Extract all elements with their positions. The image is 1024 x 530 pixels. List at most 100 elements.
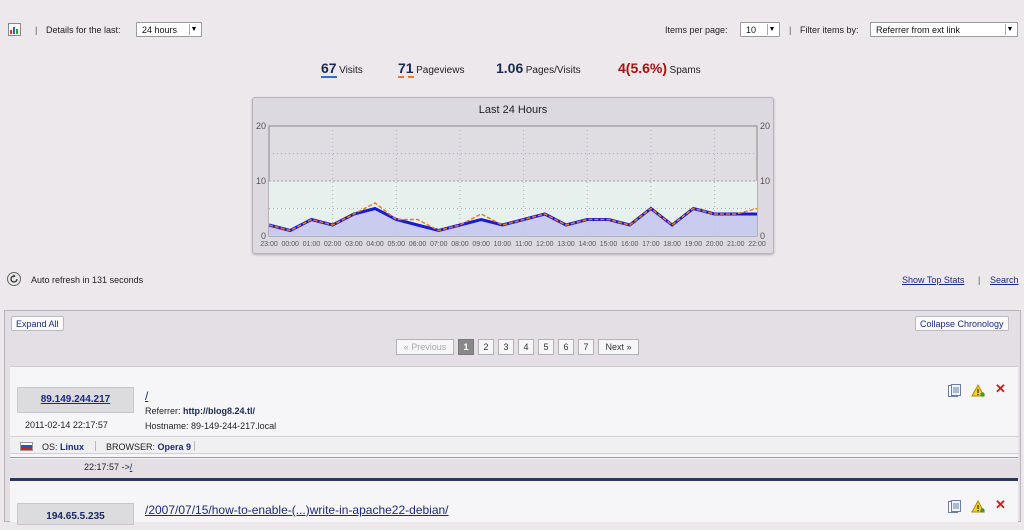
referrer-label: Referrer: xyxy=(145,406,181,416)
toolbar-separator: | xyxy=(789,25,792,35)
details-icon[interactable] xyxy=(948,500,961,515)
stats-chart-icon[interactable] xyxy=(8,23,21,36)
next-page-button[interactable]: Next » xyxy=(598,339,639,355)
refresh-icon[interactable] xyxy=(7,272,21,286)
page-7[interactable]: 7 xyxy=(578,339,594,355)
meta-divider xyxy=(95,441,96,451)
x-tick-label: 14:00 xyxy=(578,241,596,248)
page-3[interactable]: 3 xyxy=(498,339,514,355)
os-info: OS: Linux xyxy=(42,442,84,452)
details-label: Details for the last: xyxy=(46,25,121,35)
pages-per-visit-label: Pages/Visits xyxy=(525,65,581,76)
x-tick-label: 01:00 xyxy=(303,241,321,248)
pageviews-label: Pageviews xyxy=(416,65,465,76)
items-per-page-select[interactable]: 10 ▼ xyxy=(740,22,780,37)
details-period-select[interactable]: 24 hours ▼ xyxy=(136,22,202,37)
x-tick-label: 22:00 xyxy=(748,241,766,248)
x-tick-label: 19:00 xyxy=(685,241,703,248)
x-tick-label: 12:00 xyxy=(536,241,554,248)
collapse-chronology-button[interactable]: Collapse Chronology xyxy=(915,316,1009,331)
visits-chart: Last 24 Hours 0 0 10 10 20 20 23:00 00:00 01:00 0… xyxy=(252,97,774,254)
y-tick-label: 20 xyxy=(760,121,770,131)
chevron-down-icon: ▼ xyxy=(189,24,198,35)
y-tick-label: 10 xyxy=(256,176,266,186)
visit-entry: 89.149.244.217 2011-02-14 22:17:57 / Ref… xyxy=(10,366,1018,472)
visits-label: Visits xyxy=(339,65,363,76)
y-tick-label: 20 xyxy=(256,121,266,131)
chronology-time: 22:17:57 -> xyxy=(84,462,130,472)
x-tick-label: 05:00 xyxy=(388,241,406,248)
y-tick-label: 0 xyxy=(760,231,765,241)
summary-stats: 67 Visits 71 Pageviews 1.06 Pages/Visits… xyxy=(0,58,1024,82)
visits-stat: 67 Visits xyxy=(321,60,363,78)
x-tick-label: 06:00 xyxy=(409,241,427,248)
visit-entry: 194.65.5.235 /2007/07/15/how-to-enable-(… xyxy=(10,481,1018,525)
os-label: OS: xyxy=(42,442,58,452)
x-tick-label: 15:00 xyxy=(600,241,618,248)
filter-toolbar: | Details for the last: 24 hours ▼ Items… xyxy=(0,0,1024,50)
y-tick-label: 10 xyxy=(760,176,770,186)
visitor-ip[interactable]: 89.149.244.217 xyxy=(17,387,134,413)
auto-refresh-seconds: 131 xyxy=(92,275,108,285)
visit-path-link[interactable]: /2007/07/15/how-to-enable-(...)write-in-… xyxy=(145,503,449,517)
chevron-down-icon: ▼ xyxy=(767,24,776,35)
warning-icon[interactable] xyxy=(971,383,985,399)
pages-per-visit-value: 1.06 xyxy=(496,60,524,76)
chronology-line: 22:17:57 ->/ xyxy=(84,462,132,472)
x-tick-label: 20:00 xyxy=(706,241,724,248)
x-tick-label: 03:00 xyxy=(345,241,363,248)
page-4[interactable]: 4 xyxy=(518,339,534,355)
x-tick-label: 13:00 xyxy=(557,241,575,248)
hostname-line: Hostname: 89-149-244-217.local xyxy=(145,421,276,431)
meta-divider xyxy=(194,441,195,451)
browser-value: Opera 9 xyxy=(157,442,192,452)
x-tick-label: 00:00 xyxy=(281,241,299,248)
x-tick-label: 02:00 xyxy=(324,241,342,248)
items-per-page-value: 10 xyxy=(746,24,757,35)
os-value: Linux xyxy=(60,442,85,452)
delete-icon[interactable]: ✕ xyxy=(995,498,1006,511)
previous-page-button[interactable]: « Previous xyxy=(396,339,454,355)
referrer-value[interactable]: http://blog8.24.tl/ xyxy=(183,406,255,416)
visitor-ip-link[interactable]: 89.149.244.217 xyxy=(41,394,111,405)
expand-all-button[interactable]: Expand All xyxy=(11,316,64,331)
page-2[interactable]: 2 xyxy=(478,339,494,355)
items-per-page-label: Items per page: xyxy=(665,25,728,35)
x-tick-label: 07:00 xyxy=(430,241,448,248)
x-tick-label: 17:00 xyxy=(642,241,660,248)
spams-stat: 4(5.6%) Spams xyxy=(618,60,701,76)
details-period-value: 24 hours xyxy=(142,24,178,35)
page-6[interactable]: 6 xyxy=(558,339,574,355)
x-tick-label: 11:00 xyxy=(515,241,532,248)
show-top-stats-link[interactable]: Show Top Stats xyxy=(902,275,964,285)
x-tick-label: 23:00 xyxy=(260,241,278,248)
chevron-down-icon: ▼ xyxy=(1005,24,1014,35)
details-icon[interactable] xyxy=(948,384,961,399)
russia-flag-icon xyxy=(20,442,33,451)
browser-label: BROWSER: xyxy=(106,442,156,452)
links-separator: | xyxy=(978,275,981,285)
visit-path-link[interactable]: / xyxy=(145,389,148,403)
pagination: « Previous 1 2 3 4 5 6 7 Next » xyxy=(396,339,639,355)
x-tick-label: 10:00 xyxy=(494,241,512,248)
referrer-line: Referrer: http://blog8.24.tl/ xyxy=(145,406,255,416)
pages-per-visit-stat: 1.06 Pages/Visits xyxy=(496,60,581,76)
filter-select[interactable]: Referrer from ext link ▼ xyxy=(870,22,1018,37)
search-link[interactable]: Search xyxy=(990,275,1019,285)
y-tick-label: 0 xyxy=(261,231,266,241)
hostname-label: Hostname: xyxy=(145,421,189,431)
delete-icon[interactable]: ✕ xyxy=(995,382,1006,395)
auto-refresh-prefix: Auto refresh in xyxy=(31,275,90,285)
page-1[interactable]: 1 xyxy=(458,339,474,355)
x-tick-label: 09:00 xyxy=(472,241,490,248)
chronology-path-link[interactable]: / xyxy=(130,462,133,472)
visits-count: 67 xyxy=(321,60,337,78)
visitor-ip-link[interactable]: 194.65.5.235 xyxy=(46,511,104,522)
warning-icon[interactable] xyxy=(971,499,985,515)
visit-datetime: 2011-02-14 22:17:57 xyxy=(25,420,108,430)
pageviews-count: 71 xyxy=(398,60,414,78)
chart-plot: 0 0 10 10 20 20 23:00 00:00 01:00 02:00 03:00 04:00… xyxy=(256,121,770,248)
toolbar-separator: | xyxy=(35,25,38,35)
x-tick-label: 04:00 xyxy=(366,241,384,248)
page-5[interactable]: 5 xyxy=(538,339,554,355)
